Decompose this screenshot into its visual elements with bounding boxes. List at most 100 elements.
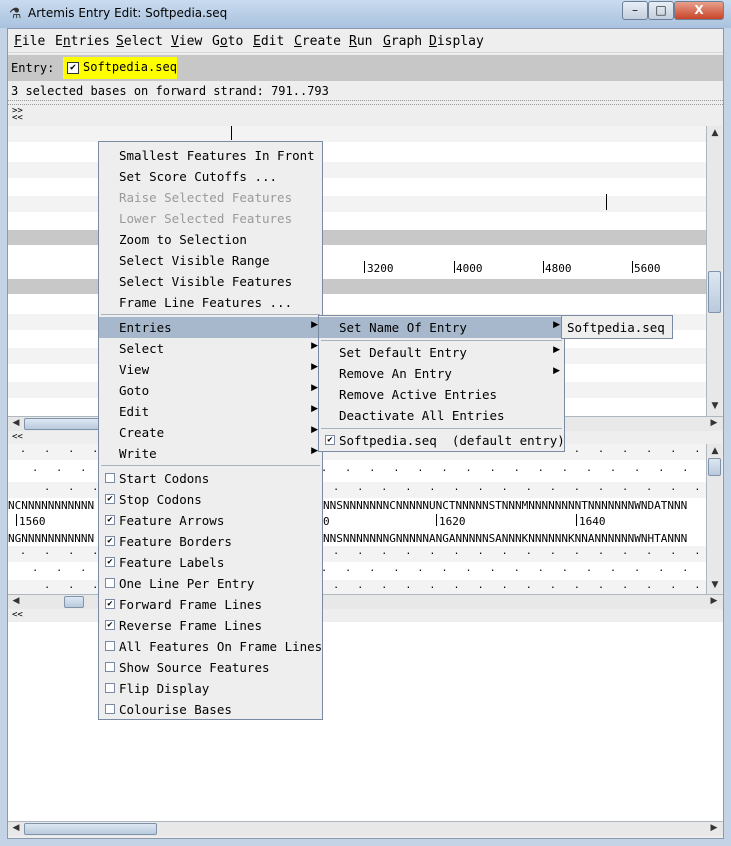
entry-label: Entry: — [11, 61, 55, 75]
stop-codon-mark — [606, 194, 607, 210]
submenu-arrow-icon: ▶ — [311, 425, 318, 435]
menu-display[interactable]: Display — [429, 34, 484, 49]
frame-line — [8, 126, 706, 142]
menu-item-set-default-entry[interactable]: Set Default Entry ▶ — [319, 342, 564, 363]
scroll-thumb[interactable] — [708, 271, 721, 313]
scroll-right-arrow-icon[interactable]: ▶ — [707, 596, 721, 606]
menu-check-feature-labels[interactable]: ✔ Feature Labels — [99, 552, 322, 573]
status-text: 3 selected bases on forward strand: 791.… — [11, 84, 329, 98]
checkbox-checked-icon: ✔ — [105, 494, 115, 504]
menu-item-score-cutoffs[interactable]: Set Score Cutoffs ... — [99, 166, 322, 187]
scroll-thumb[interactable] — [64, 596, 84, 608]
menu-item-view[interactable]: View ▶ — [99, 359, 322, 380]
menu-item-raise-features: Raise Selected Features — [119, 190, 293, 205]
splitter[interactable] — [8, 100, 723, 105]
menu-item-frame-line-features[interactable]: Frame Line Features ... — [99, 292, 322, 313]
scroll-down-arrow-icon[interactable]: ▼ — [708, 401, 722, 411]
artemis-logo-icon: ⚗ — [8, 6, 22, 22]
menu-check-one-line-per-entry[interactable]: One Line Per Entry — [99, 573, 322, 594]
menu-check-default-entry[interactable]: ✔ Softpedia.seq (default entry) — [319, 430, 565, 451]
minimize-button[interactable]: – — [622, 1, 648, 20]
scroll-left-arrow-icon[interactable]: ◀ — [9, 823, 23, 833]
checkbox-unchecked-icon — [105, 683, 115, 693]
submenu-arrow-icon: ▶ — [311, 404, 318, 414]
expand-marker[interactable]: >> << — [12, 107, 23, 123]
menu-create[interactable]: Create — [294, 34, 341, 49]
menu-view[interactable]: View — [171, 34, 202, 49]
submenu-arrow-icon: ▶ — [311, 446, 318, 456]
scroll-thumb[interactable] — [24, 823, 157, 835]
collapse-marker[interactable]: << — [12, 610, 23, 620]
menu-item-smallest-features[interactable]: Smallest Features In Front — [99, 145, 322, 166]
menu-check-reverse-frame-lines[interactable]: ✔ Reverse Frame Lines — [99, 615, 322, 636]
menu-item-edit[interactable]: Edit ▶ — [99, 401, 322, 422]
menu-item-zoom-selection[interactable]: Zoom to Selection — [99, 229, 322, 250]
menu-item-select-visible-range[interactable]: Select Visible Range — [99, 250, 322, 271]
menu-check-colourise-bases[interactable]: Colourise Bases — [99, 699, 322, 720]
entries-submenu: Set Name Of Entry ▶ Set Default Entry ▶ Re… — [318, 315, 565, 452]
menu-edit[interactable]: Edit — [253, 34, 284, 49]
menu-check-all-features-frame-lines[interactable]: All Features On Frame Lines — [99, 636, 322, 657]
menu-check-start-codons[interactable]: Start Codons — [99, 468, 322, 489]
menu-check-forward-frame-lines[interactable]: ✔ Forward Frame Lines — [99, 594, 322, 615]
base-vertical-scrollbar[interactable]: ▲ ▼ — [706, 444, 722, 594]
menu-goto[interactable]: Goto — [212, 34, 243, 49]
forward-sequence-right: NNSNNNNNNNCNNNNNUNCTNNNNNSTNNNMNNNNNNNNT… — [323, 499, 688, 512]
menu-item-remove-active-entries[interactable]: Remove Active Entries — [319, 384, 564, 405]
menubar: File Entries Select View Goto Edit Creat… — [8, 29, 723, 53]
scroll-thumb[interactable] — [708, 458, 721, 476]
overview-vertical-scrollbar[interactable]: ▲ ▼ — [706, 126, 722, 416]
menu-check-feature-arrows[interactable]: ✔ Feature Arrows — [99, 510, 322, 531]
menu-item-goto[interactable]: Goto ▶ — [99, 380, 322, 401]
close-button[interactable]: X — [674, 1, 724, 20]
scroll-up-arrow-icon[interactable]: ▲ — [708, 128, 722, 138]
window-titlebar[interactable]: ⚗ Artemis Entry Edit: Softpedia.seq – □ … — [0, 0, 731, 28]
menu-item-create[interactable]: Create ▶ — [99, 422, 322, 443]
menu-run[interactable]: Run — [349, 34, 372, 49]
submenu-arrow-icon: ▶ — [311, 383, 318, 393]
ruler-tick: 1620 — [439, 515, 466, 528]
menu-check-show-source-features[interactable]: Show Source Features — [99, 657, 322, 678]
menu-item-entries[interactable]: Entries ▶ — [99, 317, 322, 338]
scroll-thumb[interactable] — [24, 418, 104, 430]
menu-item-deactivate-all-entries[interactable]: Deactivate All Entries — [319, 405, 564, 426]
menu-item-entry-softpedia[interactable]: Softpedia.seq — [562, 317, 672, 338]
menu-item-remove-an-entry[interactable]: Remove An Entry ▶ — [319, 363, 564, 384]
scroll-right-arrow-icon[interactable]: ▶ — [707, 418, 721, 428]
overview-header: >> << — [8, 106, 723, 124]
menu-graph[interactable]: Graph — [383, 34, 422, 49]
scroll-up-arrow-icon[interactable]: ▲ — [708, 446, 722, 456]
submenu-arrow-icon: ▶ — [553, 320, 560, 330]
menu-item-select[interactable]: Select ▶ — [99, 338, 322, 359]
menu-file[interactable]: File — [14, 34, 45, 49]
menu-separator — [321, 428, 562, 429]
scroll-left-arrow-icon[interactable]: ◀ — [9, 596, 23, 606]
ruler-tick: 4800 — [545, 262, 572, 275]
menu-item-select-visible-features[interactable]: Select Visible Features — [99, 271, 322, 292]
ruler-tick: 1640 — [579, 515, 606, 528]
ruler-tick: 3200 — [367, 262, 394, 275]
menu-check-flip-display[interactable]: Flip Display — [99, 678, 322, 699]
maximize-button[interactable]: □ — [648, 1, 674, 20]
collapse-marker[interactable]: << — [12, 432, 23, 442]
menu-check-stop-codons[interactable]: ✔ Stop Codons — [99, 489, 322, 510]
reverse-sequence-left: NGNNNNNNNNNNN — [8, 532, 95, 545]
feature-list-horizontal-scrollbar[interactable]: ◀ ▶ — [8, 821, 723, 836]
checkbox-unchecked-icon — [105, 704, 115, 714]
ruler-tick: 4000 — [456, 262, 483, 275]
submenu-arrow-icon: ▶ — [311, 362, 318, 372]
checkbox-checked-icon: ✔ — [105, 599, 115, 609]
scroll-left-arrow-icon[interactable]: ◀ — [9, 418, 23, 428]
menu-item-write[interactable]: Write ▶ — [99, 443, 322, 464]
menu-select[interactable]: Select — [116, 34, 163, 49]
checkbox-checked-icon: ✔ — [105, 620, 115, 630]
menu-check-feature-borders[interactable]: ✔ Feature Borders — [99, 531, 322, 552]
entry-checkbox[interactable]: ✔ — [67, 62, 79, 74]
checkbox-checked-icon: ✔ — [105, 557, 115, 567]
menu-entries[interactable]: Entries — [55, 34, 110, 49]
scroll-right-arrow-icon[interactable]: ▶ — [707, 823, 721, 833]
entry-toggle[interactable]: ✔ Softpedia.seq — [63, 57, 177, 79]
scroll-down-arrow-icon[interactable]: ▼ — [708, 580, 722, 590]
window-title: Artemis Entry Edit: Softpedia.seq — [28, 6, 228, 20]
menu-item-set-name-of-entry[interactable]: Set Name Of Entry ▶ — [319, 317, 564, 338]
